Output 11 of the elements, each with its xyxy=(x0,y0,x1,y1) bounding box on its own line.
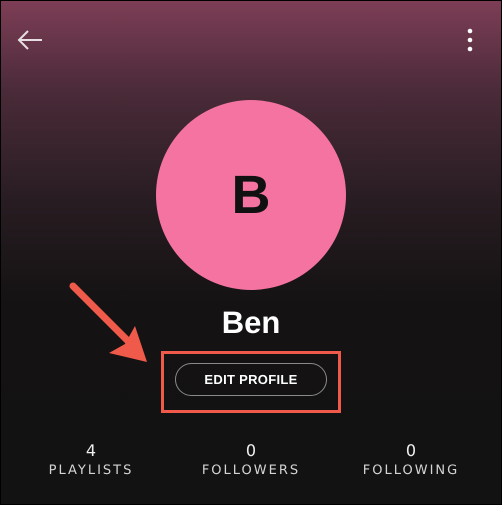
edit-profile-button[interactable]: EDIT PROFILE xyxy=(175,363,327,396)
stat-count: 0 xyxy=(246,442,256,460)
more-options-icon[interactable] xyxy=(467,28,473,52)
stat-label: FOLLOWING xyxy=(362,463,460,478)
stat-label: PLAYLISTS xyxy=(48,463,134,478)
avatar-initial: B xyxy=(232,164,270,226)
stat-label: FOLLOWERS xyxy=(202,463,300,478)
profile-name: Ben xyxy=(222,305,280,341)
stat-count: 0 xyxy=(406,442,416,460)
back-arrow-icon[interactable] xyxy=(17,30,43,50)
stat-count: 4 xyxy=(86,442,96,460)
